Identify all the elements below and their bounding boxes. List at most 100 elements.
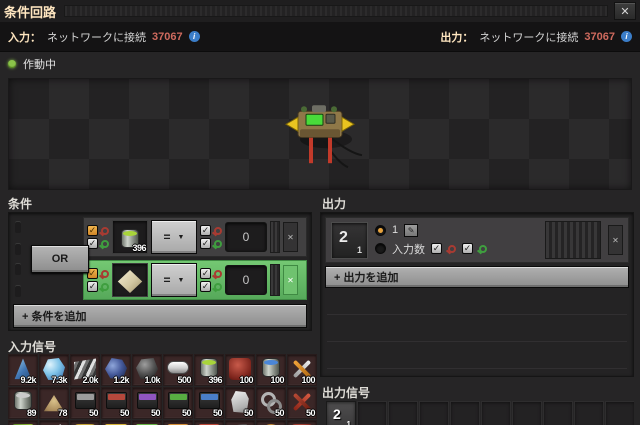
status-label: 作動中: [23, 56, 56, 72]
input-signal-slot: 100: [287, 354, 317, 386]
input-signal-slot: 396: [194, 354, 224, 386]
delete-condition-icon[interactable]: ✕: [283, 265, 298, 295]
input-signals-header: 入力信号: [8, 338, 56, 355]
window-title: 条件回路: [4, 2, 56, 21]
or-button[interactable]: OR: [31, 245, 89, 273]
output-signals-grid: 2 1: [326, 401, 634, 425]
item-icon: [167, 361, 189, 374]
input-signal-slot: [287, 420, 317, 425]
empty-signal-slot: [605, 401, 634, 425]
green-wire-icon: [101, 283, 109, 291]
combinator-entity: [260, 87, 380, 177]
output-network-id: 37067: [584, 31, 615, 43]
input-signal-slot: [132, 420, 162, 425]
signal-count: 396: [132, 243, 146, 253]
red-wire-checkbox[interactable]: ✓: [87, 225, 98, 236]
row-anchor: [15, 243, 21, 255]
input-status: ネットワークに接続: [47, 29, 146, 45]
input-signal-slot: [70, 420, 100, 425]
empty-signal-slot: [450, 401, 480, 425]
empty-list-row: [327, 288, 627, 315]
green-wire-icon: [479, 245, 487, 253]
output-signal-slot[interactable]: 2 1: [331, 222, 368, 259]
conditions-gutter: OR: [13, 217, 83, 301]
green-wire-checkbox[interactable]: ✓: [200, 281, 211, 292]
row-drag-handle[interactable]: [270, 264, 280, 296]
input-signal-slot: 1.2k: [101, 354, 131, 386]
add-condition-button[interactable]: + 条件を追加: [13, 304, 307, 328]
input-signal-slot: 50: [101, 387, 131, 419]
chevron-down-icon: ▼: [178, 234, 185, 241]
condition-row-1: ✓ ✓ 396 = ▼: [83, 217, 307, 257]
output-label: 出力：: [440, 29, 473, 45]
chevron-down-icon: ▼: [178, 277, 185, 284]
entity-preview: [8, 78, 632, 190]
network-io-bar: 入力： ネットワークに接続 37067 i 出力： ネットワークに接続 3706…: [0, 22, 640, 52]
output-network-group: 出力： ネットワークに接続 37067 i: [440, 29, 632, 45]
input-signal-slot: [163, 420, 193, 425]
input-signal-slot: [8, 420, 38, 425]
drag-handle[interactable]: [64, 5, 608, 17]
input-signal-slot: 50: [256, 387, 286, 419]
input-label: 入力：: [8, 29, 41, 45]
input-signal-slot: 2.0k: [70, 354, 100, 386]
title-bar[interactable]: 条件回路 ✕: [0, 0, 640, 22]
status-dot-icon: [8, 60, 16, 68]
item-icon: [106, 392, 127, 409]
delete-output-icon[interactable]: ✕: [608, 225, 623, 255]
item-icon: [199, 392, 220, 409]
info-icon[interactable]: i: [621, 31, 632, 42]
empty-signal-slot: [388, 401, 418, 425]
row-drag-handle[interactable]: [270, 221, 280, 253]
conditions-panel: OR ✓ ✓: [8, 212, 312, 331]
comparator-dropdown[interactable]: = ▼: [151, 263, 197, 297]
info-icon[interactable]: i: [189, 31, 200, 42]
item-icon: [168, 392, 189, 409]
green-wire-checkbox[interactable]: ✓: [462, 243, 473, 254]
first-signal-slot[interactable]: 396: [112, 220, 148, 254]
empty-signal-slot: [512, 401, 542, 425]
empty-signal-slot: [574, 401, 604, 425]
red-wire-checkbox[interactable]: ✓: [200, 225, 211, 236]
add-output-button[interactable]: + 出力を追加: [325, 266, 629, 288]
comparator-dropdown[interactable]: = ▼: [151, 220, 197, 254]
red-wire-checkbox[interactable]: ✓: [431, 243, 442, 254]
input-count-radio[interactable]: [375, 243, 386, 254]
green-wire-checkbox[interactable]: ✓: [200, 238, 211, 249]
input-signal-slot: [39, 420, 69, 425]
input-signal-slot: 500: [163, 354, 193, 386]
input-signal-slot: 7.3k: [39, 354, 69, 386]
input-signal-slot: 89: [8, 387, 38, 419]
green-wire-checkbox[interactable]: ✓: [87, 281, 98, 292]
input-signal-slot: 50: [132, 387, 162, 419]
empty-signal-slot: [357, 401, 387, 425]
row-anchor: [15, 285, 21, 297]
input-signal-slot: [194, 420, 224, 425]
input-signal-slot: [225, 420, 255, 425]
red-wire-icon: [214, 270, 222, 278]
input-signal-slot: 50: [194, 387, 224, 419]
edit-icon[interactable]: ✎: [404, 224, 418, 237]
output-signal-result-slot: 2 1: [326, 401, 356, 425]
input-signal-slot: 1.0k: [132, 354, 162, 386]
input-signal-slot: 50: [163, 387, 193, 419]
close-icon[interactable]: ✕: [614, 2, 636, 20]
first-signal-slot[interactable]: [112, 263, 148, 297]
output-panel: 2 1 1 ✎ 入力数 ✓ ✓ ✕ +: [320, 212, 634, 377]
red-wire-checkbox[interactable]: ✓: [200, 268, 211, 279]
constant-value-field[interactable]: 0: [225, 222, 267, 252]
input-signal-slot: 78: [39, 387, 69, 419]
delete-condition-icon[interactable]: ✕: [283, 222, 298, 252]
input-signal-slot: 100: [225, 354, 255, 386]
output-row: 2 1 1 ✎ 入力数 ✓ ✓ ✕: [325, 217, 629, 263]
red-wire-icon: [101, 270, 109, 278]
input-signal-slot: 50: [70, 387, 100, 419]
input-network-id: 37067: [152, 31, 183, 43]
empty-signal-slot: [543, 401, 573, 425]
row-drag-handle[interactable]: [545, 221, 601, 259]
constant-value-radio[interactable]: [375, 225, 386, 236]
red-wire-icon: [214, 227, 222, 235]
constant-value-field[interactable]: 0: [225, 265, 267, 295]
condition-row-2: ✓ ✓ = ▼: [83, 260, 307, 300]
input-network-group: 入力： ネットワークに接続 37067 i: [8, 29, 200, 45]
